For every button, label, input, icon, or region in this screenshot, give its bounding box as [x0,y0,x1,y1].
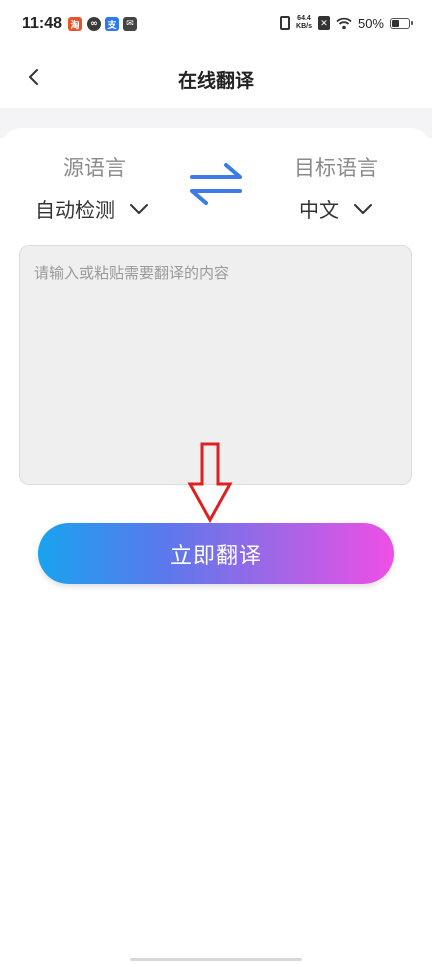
annotation-arrow-icon [187,442,233,524]
source-language-dropdown[interactable]: 自动检测 [35,194,149,223]
source-language-label: 源语言 [63,156,126,180]
vibrate-icon [280,16,291,30]
top-navigation-bar: 在线翻译 [0,50,432,108]
alipay-icon: 支 [105,17,119,31]
shopping-app-icon: 淘 [68,17,82,31]
chevron-down-icon [130,203,148,214]
link-app-icon: ∞ [87,17,101,31]
no-sim-icon: ✕ [317,16,330,30]
swap-languages-icon[interactable] [188,160,244,208]
network-speed-value: 64.4 [297,15,311,22]
chevron-down-icon [354,203,372,214]
target-language-dropdown[interactable]: 中文 [299,194,373,223]
system-status: 64.4 KB/s ✕ 50% [280,15,413,31]
source-language-value: 自动检测 [35,198,115,222]
network-speed: 64.4 KB/s [296,15,312,31]
status-bar: 11:48 淘 ∞ 支 ✉ 64.4 KB/s ✕ 50% [0,0,432,50]
status-time: 11:48 [22,15,63,32]
translate-now-button[interactable]: 立即翻译 [38,523,394,584]
page-title: 在线翻译 [177,70,254,92]
battery-percent: 50% [357,15,384,31]
network-speed-unit: KB/s [296,23,312,30]
target-language-label: 目标语言 [294,156,378,180]
wifi-icon [336,17,352,29]
message-app-icon: ✉ [123,17,137,31]
home-indicator[interactable] [130,958,302,961]
battery-icon [390,17,413,29]
target-language-value: 中文 [299,198,339,222]
